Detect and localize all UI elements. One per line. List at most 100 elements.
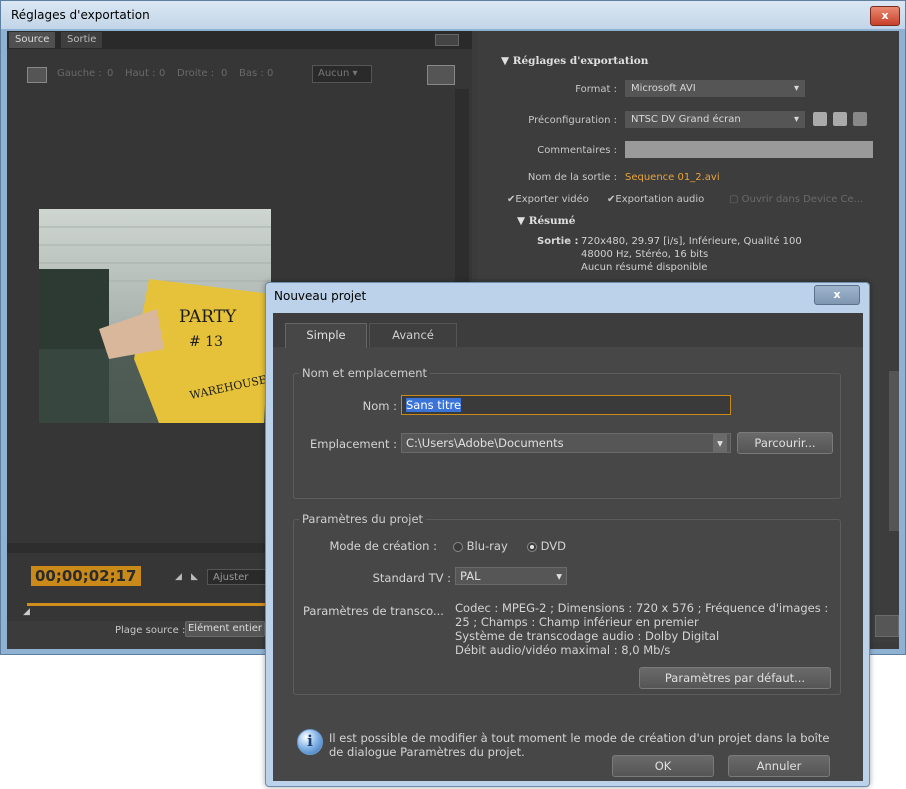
- format-dropdown[interactable]: Microsoft AVI ▾: [625, 80, 805, 97]
- format-value: Microsoft AVI: [631, 83, 696, 94]
- radio-selected-icon: [527, 541, 537, 552]
- location-label: Emplacement :: [309, 437, 397, 451]
- name-value: Sans titre: [406, 398, 462, 412]
- summary-output-line1: 720x480, 29.97 [i/s], Inférieure, Qualit…: [581, 236, 802, 247]
- dialog-close-button[interactable]: x: [814, 285, 860, 305]
- name-input[interactable]: Sans titre: [401, 395, 731, 415]
- default-params-button[interactable]: Paramètres par défaut...: [639, 667, 831, 689]
- tab-output[interactable]: Sortie: [61, 32, 103, 48]
- open-device-label: Ouvrir dans Device Ce...: [741, 194, 864, 205]
- project-params-title: Paramètres du projet: [299, 512, 427, 526]
- open-device-central-checkbox[interactable]: ▢ Ouvrir dans Device Ce...: [729, 194, 863, 205]
- crop-bottom-value[interactable]: 0: [267, 68, 273, 79]
- crop-preset-dropdown[interactable]: Aucun ▾: [312, 65, 372, 83]
- location-value: C:\Users\Adobe\Documents: [406, 436, 564, 450]
- timeline-bar[interactable]: [27, 603, 272, 606]
- browse-button[interactable]: Parcourir...: [737, 432, 833, 454]
- expand-triangle-icon: ▼: [517, 215, 526, 227]
- chevron-down-icon: ▾: [352, 68, 358, 79]
- mode-dvd-radio[interactable]: DVD: [527, 539, 566, 553]
- transcode-line3: Système de transcodage audio : Dolby Dig…: [455, 629, 720, 643]
- format-label: Format :: [575, 84, 617, 95]
- timecode-value: 00;00;02;17: [35, 567, 137, 585]
- import-preset-icon[interactable]: [833, 112, 847, 126]
- source-range-value: Elément entier: [187, 623, 263, 634]
- settings-section-title[interactable]: ▼ Réglages d'exportation: [501, 55, 648, 67]
- frame-text-line1: PARTY: [179, 307, 237, 327]
- mode-bluray-radio[interactable]: Blu-ray: [453, 539, 508, 553]
- mode-bluray-label: Blu-ray: [466, 539, 508, 553]
- location-dropdown[interactable]: C:\Users\Adobe\Documents ▾: [401, 433, 731, 453]
- delete-preset-icon[interactable]: [853, 112, 867, 126]
- summary-title-text: Résumé: [528, 215, 576, 227]
- transcode-line1: Codec : MPEG-2 ; Dimensions : 720 x 576 …: [455, 601, 829, 615]
- preset-label: Préconfiguration :: [528, 115, 617, 126]
- tab-simple[interactable]: Simple: [285, 323, 367, 348]
- export-close-button[interactable]: x: [870, 6, 900, 26]
- settings-edge-button[interactable]: [875, 615, 899, 637]
- summary-output-line3: Aucun résumé disponible: [581, 262, 708, 273]
- output-name-link[interactable]: Sequence 01_2.avi: [625, 172, 720, 183]
- crop-preset-value: Aucun: [318, 68, 350, 79]
- tab-advanced[interactable]: Avancé: [369, 323, 457, 347]
- crop-right-value[interactable]: 0: [221, 68, 227, 79]
- settings-scrollbar[interactable]: [889, 371, 899, 531]
- dialog-title: Nouveau projet: [274, 289, 367, 303]
- crop-top-label: Haut :: [125, 68, 156, 79]
- frame-text-line2: # 13: [189, 334, 223, 350]
- export-audio-checkbox[interactable]: ✔Exportation audio: [607, 194, 704, 205]
- comments-input[interactable]: [625, 141, 873, 158]
- radio-unselected-icon: [453, 541, 463, 552]
- name-label: Nom :: [362, 399, 397, 413]
- source-range-label: Plage source :: [115, 625, 186, 636]
- crop-left-label: Gauche :: [57, 68, 102, 79]
- fit-dropdown[interactable]: Ajuster: [207, 569, 272, 585]
- mark-out-icon[interactable]: ◣: [191, 572, 198, 582]
- close-icon: x: [833, 288, 841, 301]
- source-range-dropdown[interactable]: Elément entier: [185, 621, 265, 637]
- mode-label: Mode de création :: [329, 539, 438, 553]
- timecode-display[interactable]: 00;00;02;17: [31, 566, 141, 586]
- fit-value: Ajuster: [213, 572, 249, 583]
- mark-in-icon[interactable]: ◢: [175, 572, 182, 582]
- playhead-icon[interactable]: ◢: [23, 607, 30, 617]
- chevron-down-icon: ▾: [793, 114, 799, 125]
- export-audio-label: Exportation audio: [615, 194, 705, 205]
- crop-top-value[interactable]: 0: [159, 68, 165, 79]
- info-icon: i: [297, 729, 323, 755]
- comments-label: Commentaires :: [537, 145, 617, 156]
- crop-right-label: Droite :: [177, 68, 215, 79]
- dialog-body: Simple Avancé Nom et emplacement Nom : S…: [273, 313, 863, 781]
- new-project-dialog: Nouveau projet x Simple Avancé Nom et em…: [265, 282, 870, 787]
- output-name-label: Nom de la sortie :: [527, 172, 617, 183]
- save-preset-icon[interactable]: [813, 112, 827, 126]
- chevron-down-icon: ▾: [556, 569, 562, 583]
- tab-source[interactable]: Source: [9, 32, 56, 48]
- panel-menu-icon[interactable]: [435, 34, 459, 46]
- cancel-button[interactable]: Annuler: [728, 755, 830, 777]
- chevron-down-icon: ▾: [713, 434, 727, 452]
- transcode-label: Paramètres de transco...: [303, 604, 444, 618]
- ok-button[interactable]: OK: [612, 755, 714, 777]
- tv-standard-label: Standard TV :: [372, 571, 451, 585]
- export-video-checkbox[interactable]: ✔Exporter vidéo: [507, 194, 589, 205]
- tv-standard-dropdown[interactable]: PAL ▾: [455, 567, 567, 585]
- info-text-line1: Il est possible de modifier à tout momen…: [329, 731, 830, 745]
- crop-icon[interactable]: [27, 67, 47, 83]
- summary-title[interactable]: ▼ Résumé: [517, 215, 575, 227]
- crop-left-value[interactable]: 0: [107, 68, 113, 79]
- transcode-line4: Débit audio/vidéo maximal : 8,0 Mb/s: [455, 643, 671, 657]
- aspect-toggle-icon[interactable]: [427, 65, 455, 85]
- preset-dropdown[interactable]: NTSC DV Grand écran ▾: [625, 111, 805, 128]
- export-window-title: Réglages d'exportation: [1, 1, 905, 29]
- summary-output-line2: 48000 Hz, Stéréo, 16 bits: [581, 249, 709, 260]
- info-text-line2: de dialogue Paramètres du projet.: [329, 745, 525, 759]
- expand-triangle-icon: ▼: [501, 55, 510, 67]
- settings-title-text: Réglages d'exportation: [512, 55, 649, 67]
- close-icon: x: [881, 9, 889, 22]
- tv-standard-value: PAL: [460, 569, 481, 583]
- video-preview-frame: PARTY # 13 WAREHOUSE: [39, 209, 271, 423]
- transcode-line2: 25 ; Champs : Champ inférieur en premier: [455, 615, 699, 629]
- summary-output-label: Sortie :: [537, 236, 579, 247]
- crop-bottom-label: Bas :: [239, 68, 264, 79]
